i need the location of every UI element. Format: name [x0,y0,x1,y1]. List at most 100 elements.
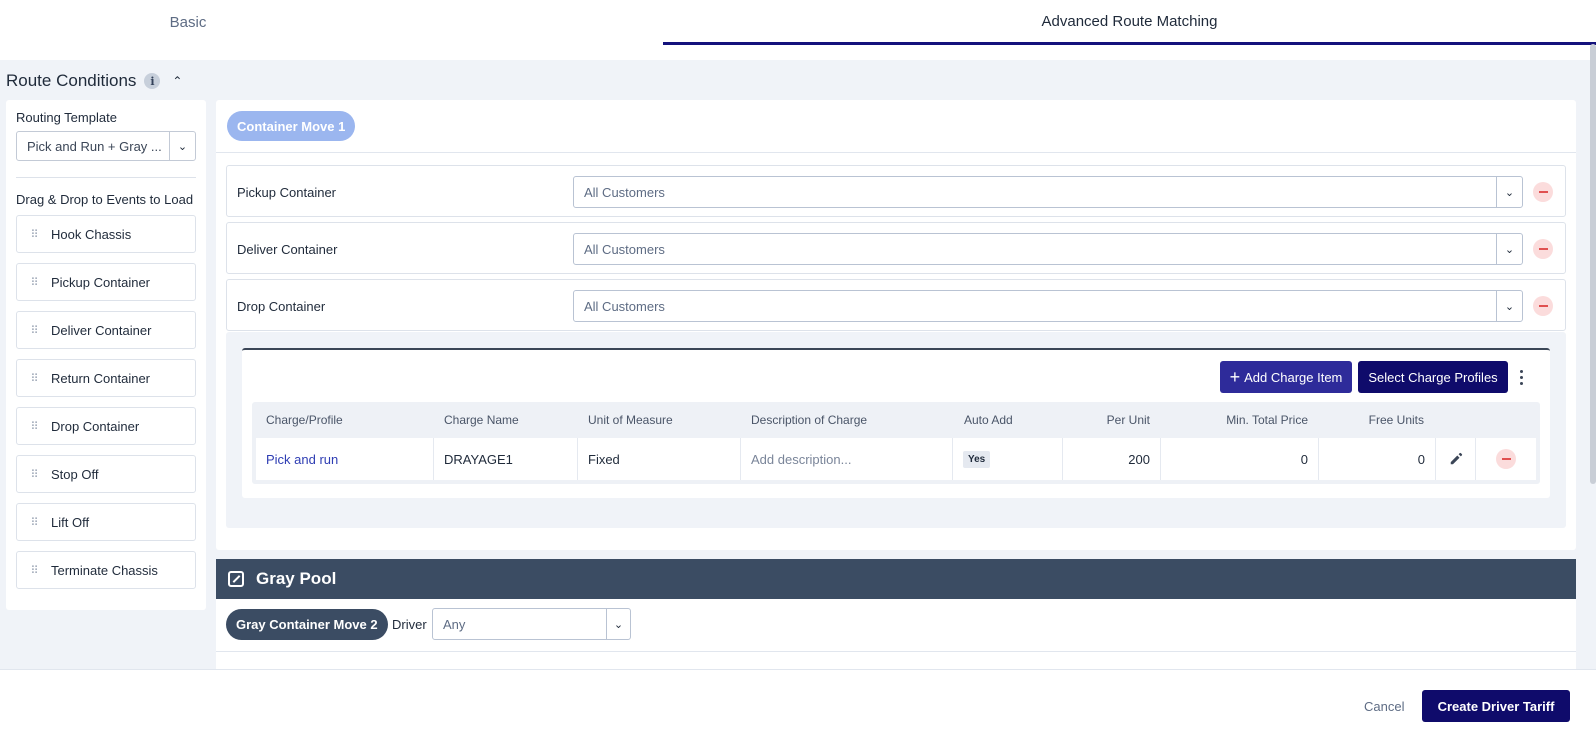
add-charge-item-label: Add Charge Item [1244,369,1343,385]
charge-profile-link[interactable]: Pick and run [256,438,434,480]
column-header: Min. Total Price [1226,413,1308,427]
event-name: Drop Container [237,298,326,314]
drag-handle-icon[interactable]: ⠿ [17,324,51,337]
drag-handle-icon[interactable]: ⠿ [17,276,51,289]
remove-event-button[interactable] [1533,182,1553,202]
driver-select[interactable]: Any ⌄ [432,608,631,640]
cancel-button[interactable]: Cancel [1364,694,1404,718]
remove-event-button[interactable] [1533,239,1553,259]
customer-select-value: All Customers [584,184,665,200]
drag-handle-icon[interactable]: ⠿ [17,564,51,577]
drag-item-label: Deliver Container [51,322,152,338]
routing-template-select[interactable]: Pick and Run + Gray ... ⌄ [16,131,196,161]
charge-panel: + Add Charge Item Select Charge Profiles… [226,332,1566,528]
more-options-icon[interactable] [1516,364,1526,390]
drag-handle-icon[interactable]: ⠿ [17,468,51,481]
drag-item[interactable]: ⠿ Stop Off [16,455,196,493]
drag-item-label: Drop Container [51,418,140,434]
info-icon[interactable]: i [144,73,161,89]
drag-item-label: Return Container [51,370,150,386]
customer-select[interactable]: All Customers ⌄ [573,233,1523,265]
route-conditions-header: Route Conditions i ⌃ [6,71,182,91]
add-charge-item-button[interactable]: + Add Charge Item [1220,361,1352,393]
remove-charge-button[interactable] [1496,449,1516,469]
column-header: Auto Add [964,413,1013,427]
charge-table-card: + Add Charge Item Select Charge Profiles… [242,348,1550,498]
drag-handle-icon[interactable]: ⠿ [17,372,51,385]
customer-select-value: All Customers [584,298,665,314]
chevron-up-icon[interactable]: ⌃ [172,74,182,88]
drag-drop-label: Drag & Drop to Events to Load [16,192,194,207]
chevron-down-icon[interactable]: ⌄ [1496,234,1522,264]
container-move-card: Container Move 1 Pickup Container All Cu… [216,100,1576,550]
scrollbar[interactable] [1590,44,1596,484]
select-charge-profiles-button[interactable]: Select Charge Profiles [1358,361,1508,393]
drag-item[interactable]: ⠿ Drop Container [16,407,196,445]
remove-cell [1476,438,1536,480]
chevron-down-icon[interactable]: ⌄ [1496,291,1522,321]
tab-basic[interactable]: Basic [0,0,376,45]
drag-handle-icon[interactable]: ⠿ [17,420,51,433]
event-row-deliver: Deliver Container All Customers ⌄ [226,222,1566,274]
auto-add-badge: Yes [963,450,991,468]
event-row-drop: Drop Container All Customers ⌄ [226,279,1566,331]
left-panel: Routing Template Pick and Run + Gray ...… [6,100,206,610]
column-header: Charge/Profile [266,413,343,427]
gray-container-move-pill[interactable]: Gray Container Move 2 [226,609,388,640]
customer-select[interactable]: All Customers ⌄ [573,290,1523,322]
gray-pool-title: Gray Pool [256,569,337,588]
create-driver-tariff-button[interactable]: Create Driver Tariff [1422,690,1570,722]
drag-item-label: Pickup Container [51,274,150,290]
free-units-cell[interactable]: 0 [1319,438,1436,480]
unit-of-measure-cell[interactable]: Fixed [578,438,741,480]
pencil-icon[interactable] [1449,452,1463,466]
column-header: Description of Charge [751,413,868,427]
routing-template-label: Routing Template [16,110,117,125]
drag-item[interactable]: ⠿ Hook Chassis [16,215,196,253]
customer-select-value: All Customers [584,241,665,257]
divider [16,177,196,178]
routing-template-value: Pick and Run + Gray ... [27,138,162,154]
drag-event-list: ⠿ Hook Chassis ⠿ Pickup Container ⠿ Deliver C… [16,215,196,589]
drag-item[interactable]: ⠿ Lift Off [16,503,196,541]
column-header: Charge Name [444,413,519,427]
drag-item-label: Lift Off [51,514,90,530]
container-move-pill[interactable]: Container Move 1 [227,111,356,141]
divider [216,651,1576,652]
min-total-price-cell[interactable]: 0 [1161,438,1319,480]
per-unit-cell[interactable]: 200 [1063,438,1161,480]
drag-item[interactable]: ⠿ Pickup Container [16,263,196,301]
driver-select-value: Any [443,616,466,632]
tab-advanced-route-matching[interactable]: Advanced Route Matching [663,0,1596,45]
minus-icon [1538,191,1548,193]
description-input[interactable]: Add description... [741,438,953,480]
drag-item[interactable]: ⠿ Deliver Container [16,311,196,349]
chevron-down-icon[interactable]: ⌄ [1496,177,1522,207]
auto-add-cell[interactable]: Yes [953,438,1063,480]
drag-item[interactable]: ⠿ Terminate Chassis [16,551,196,589]
remove-event-button[interactable] [1533,296,1553,316]
drag-item-label: Terminate Chassis [51,562,158,578]
gray-pool-body: Gray Container Move 2 Driver Any ⌄ [216,599,1576,669]
gray-pool-icon [228,571,244,587]
charge-name-cell: DRAYAGE1 [434,438,578,480]
drag-item-label: Stop Off [51,466,99,482]
drag-handle-icon[interactable]: ⠿ [17,228,51,241]
event-name: Pickup Container [237,184,336,200]
minus-icon [1538,248,1548,250]
chevron-down-icon[interactable]: ⌄ [169,132,195,160]
tab-bar: Basic Advanced Route Matching [0,0,1596,60]
minus-icon [1538,305,1548,307]
event-row-pickup: Pickup Container All Customers ⌄ [226,165,1566,217]
chevron-down-icon[interactable]: ⌄ [606,609,630,639]
customer-select[interactable]: All Customers ⌄ [573,176,1523,208]
event-name: Deliver Container [237,241,338,257]
drag-handle-icon[interactable]: ⠿ [17,516,51,529]
minus-icon [1501,458,1511,460]
plus-icon: + [1229,367,1241,387]
drag-item[interactable]: ⠿ Return Container [16,359,196,397]
column-header: Unit of Measure [588,413,673,427]
edit-cell [1436,438,1476,480]
drag-item-label: Hook Chassis [51,226,132,242]
divider [216,152,1576,153]
